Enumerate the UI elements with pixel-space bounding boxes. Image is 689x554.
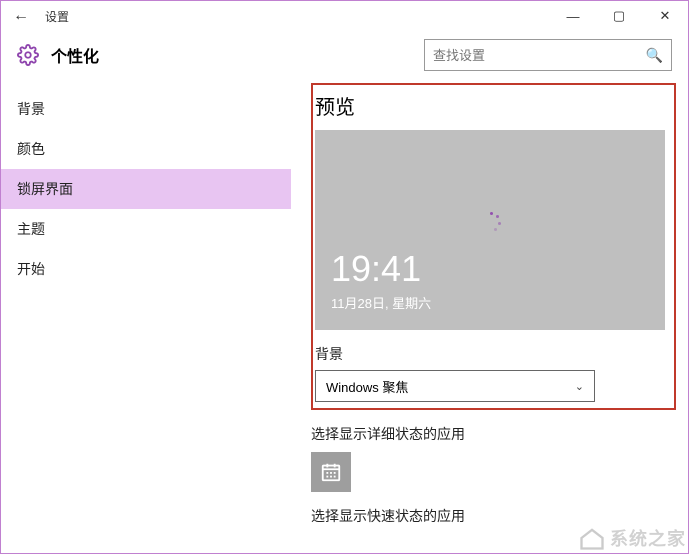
calendar-icon	[320, 461, 342, 483]
highlight-annotation: 预览 19:41 11月28日, 星期六 背景 Windows 聚焦 ⌄	[311, 83, 676, 410]
sidebar-item-start[interactable]: 开始	[1, 249, 291, 289]
search-input[interactable]	[433, 48, 646, 63]
titlebar: ← 设置 — ▢ ✕	[1, 1, 688, 31]
background-dropdown[interactable]: Windows 聚焦 ⌄	[315, 370, 595, 402]
search-icon: 🔍	[646, 47, 663, 64]
preview-date: 11月28日, 星期六	[331, 293, 431, 312]
preview-time: 19:41	[331, 248, 421, 290]
minimize-button[interactable]: —	[550, 1, 596, 31]
close-button[interactable]: ✕	[642, 1, 688, 31]
back-button[interactable]: ←	[13, 7, 37, 25]
lockscreen-preview: 19:41 11月28日, 星期六	[315, 130, 665, 330]
chevron-down-icon: ⌄	[575, 380, 584, 393]
preview-heading: 预览	[315, 91, 668, 120]
detailed-status-app-button[interactable]	[311, 452, 351, 492]
gear-icon	[17, 44, 39, 66]
sidebar-item-theme[interactable]: 主题	[1, 209, 291, 249]
page-title: 个性化	[51, 43, 99, 67]
sidebar-item-color[interactable]: 颜色	[1, 129, 291, 169]
main-content: 预览 19:41 11月28日, 星期六 背景 Windows 聚焦 ⌄ 选择显…	[291, 83, 688, 553]
maximize-button[interactable]: ▢	[596, 1, 642, 31]
detailed-status-label: 选择显示详细状态的应用	[311, 424, 682, 444]
sidebar: 背景 颜色 锁屏界面 主题 开始	[1, 83, 291, 553]
background-dropdown-value: Windows 聚焦	[326, 377, 408, 396]
background-label: 背景	[315, 344, 668, 364]
search-box[interactable]: 🔍	[424, 39, 672, 71]
window-controls: — ▢ ✕	[550, 1, 688, 31]
header: 个性化 🔍	[1, 31, 688, 83]
quick-status-label: 选择显示快速状态的应用	[311, 506, 682, 526]
sidebar-item-background[interactable]: 背景	[1, 89, 291, 129]
loading-spinner-icon	[480, 212, 500, 232]
window-title: 设置	[45, 8, 69, 25]
sidebar-item-lockscreen[interactable]: 锁屏界面	[1, 169, 291, 209]
